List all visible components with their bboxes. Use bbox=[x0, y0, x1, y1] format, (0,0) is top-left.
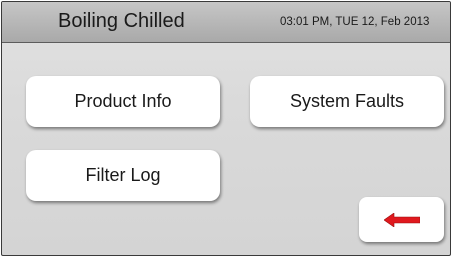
back-button[interactable] bbox=[359, 197, 444, 242]
touchscreen-display: Boiling Chilled 03:01 PM, TUE 12, Feb 20… bbox=[1, 1, 451, 256]
system-faults-button[interactable]: System Faults bbox=[250, 76, 444, 127]
header-bar: Boiling Chilled 03:01 PM, TUE 12, Feb 20… bbox=[2, 2, 450, 43]
filter-log-button[interactable]: Filter Log bbox=[26, 150, 220, 201]
page-title: Boiling Chilled bbox=[58, 10, 185, 32]
date-time-display: 03:01 PM, TUE 12, Feb 2013 bbox=[280, 16, 430, 28]
product-info-button[interactable]: Product Info bbox=[26, 76, 220, 127]
left-arrow-icon bbox=[383, 212, 420, 227]
